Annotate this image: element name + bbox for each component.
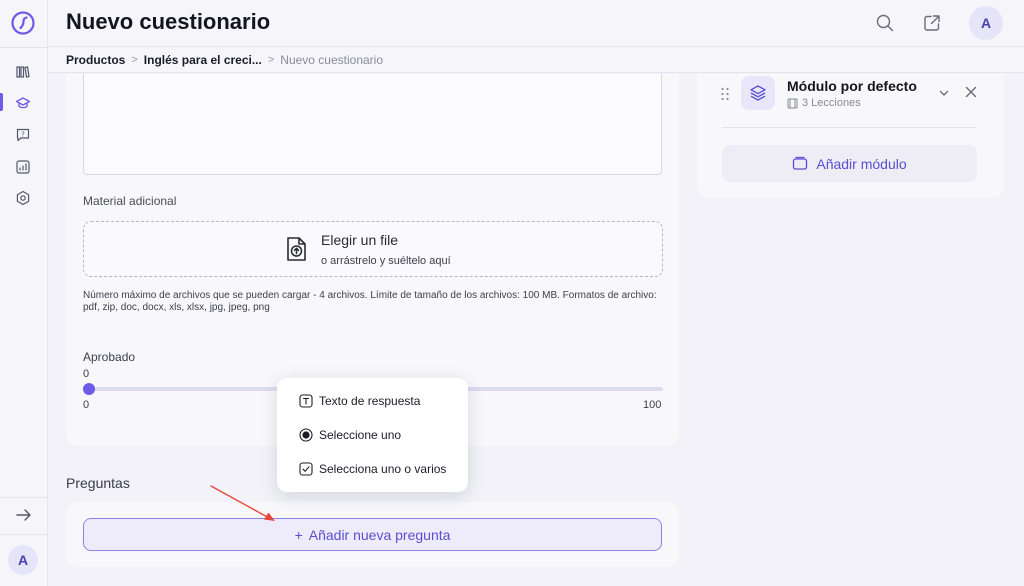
breadcrumb-separator: >	[267, 53, 275, 66]
module-title[interactable]: Módulo por defecto	[787, 78, 917, 94]
description-textarea[interactable]	[83, 74, 662, 175]
sidebar: ? A	[0, 0, 48, 586]
user-avatar[interactable]: A	[969, 6, 1003, 40]
module-lessons-count: 3 Lecciones	[802, 97, 861, 109]
menu-item-select-multiple[interactable]: Selecciona uno o varios	[299, 459, 446, 479]
add-module-label: Añadir módulo	[816, 155, 907, 172]
sidebar-avatar[interactable]: A	[8, 545, 38, 575]
menu-item-label: Selecciona uno o varios	[319, 462, 447, 476]
top-header: Nuevo cuestionario A	[48, 0, 1024, 47]
file-limits-note: Número máximo de archivos que se pueden …	[83, 290, 657, 313]
modules-panel: Módulo por defecto 3 Lecciones Añadir mó…	[697, 74, 1004, 198]
film-icon	[787, 98, 798, 108]
aprobado-value: 0	[83, 368, 90, 380]
chat-question-icon[interactable]: ?	[14, 126, 32, 144]
layers-icon	[750, 85, 766, 101]
analytics-icon[interactable]	[14, 158, 32, 176]
upload-title: Elegir un file	[321, 232, 399, 248]
close-icon[interactable]	[964, 85, 978, 99]
menu-item-text-answer[interactable]: Texto de respuesta	[299, 391, 420, 411]
add-question-label: Añadir nueva pregunta	[308, 526, 451, 543]
slider-min-label: 0	[83, 399, 90, 411]
external-link-icon[interactable]	[921, 12, 943, 34]
breadcrumb-separator: >	[131, 53, 138, 66]
aprobado-label: Aprobado	[83, 350, 136, 364]
search-icon[interactable]	[874, 12, 896, 34]
breadcrumb-current: Nuevo cuestionario	[280, 52, 384, 67]
sidebar-divider	[0, 497, 48, 498]
breadcrumb-item[interactable]: Productos	[66, 53, 125, 67]
upload-subtitle: o arrástrelo y suéltelo aquí	[321, 255, 451, 267]
sidebar-divider	[0, 47, 48, 48]
breadcrumb: Productos > Inglés para el creci... > Nu…	[48, 47, 1024, 73]
library-icon[interactable]	[14, 63, 32, 81]
menu-item-label: Texto de respuesta	[319, 394, 421, 408]
questions-card: + Añadir nueva pregunta	[66, 502, 679, 567]
breadcrumb-item[interactable]: Inglés para el creci...	[144, 53, 262, 67]
sidebar-divider	[0, 534, 48, 535]
expand-arrow-icon[interactable]	[14, 506, 34, 524]
radio-selected-icon	[299, 428, 313, 442]
menu-item-label: Seleccione uno	[319, 428, 402, 442]
graduation-cap-icon[interactable]	[14, 94, 32, 112]
upload-file-icon	[287, 237, 306, 261]
plus-icon: +	[294, 526, 303, 543]
file-drop-zone[interactable]: Elegir un file o arrástrelo y suéltelo a…	[83, 221, 663, 277]
question-type-menu: Texto de respuesta Seleccione uno Selecc…	[277, 378, 468, 492]
settings-hexagon-icon[interactable]	[14, 189, 32, 207]
questions-heading: Preguntas	[66, 475, 130, 491]
app-logo-icon[interactable]	[11, 11, 35, 35]
module-add-icon	[793, 156, 808, 170]
drag-handle-icon[interactable]	[720, 87, 730, 101]
checkbox-checked-icon	[299, 462, 313, 476]
aprobado-slider-handle[interactable]	[83, 383, 95, 395]
sidebar-active-indicator	[0, 93, 3, 111]
page-title: Nuevo cuestionario	[66, 9, 271, 34]
svg-text:?: ?	[21, 130, 25, 138]
module-icon-box	[741, 76, 775, 110]
slider-max-label: 100	[643, 399, 662, 411]
add-module-button[interactable]: Añadir módulo	[722, 145, 977, 182]
text-box-icon	[299, 394, 313, 408]
material-label: Material adicional	[83, 194, 177, 208]
module-lessons: 3 Lecciones	[787, 97, 861, 109]
menu-item-select-one[interactable]: Seleccione uno	[299, 425, 401, 445]
add-question-button[interactable]: + Añadir nueva pregunta	[83, 518, 662, 551]
chevron-down-icon[interactable]	[937, 86, 951, 100]
module-divider	[722, 127, 977, 128]
